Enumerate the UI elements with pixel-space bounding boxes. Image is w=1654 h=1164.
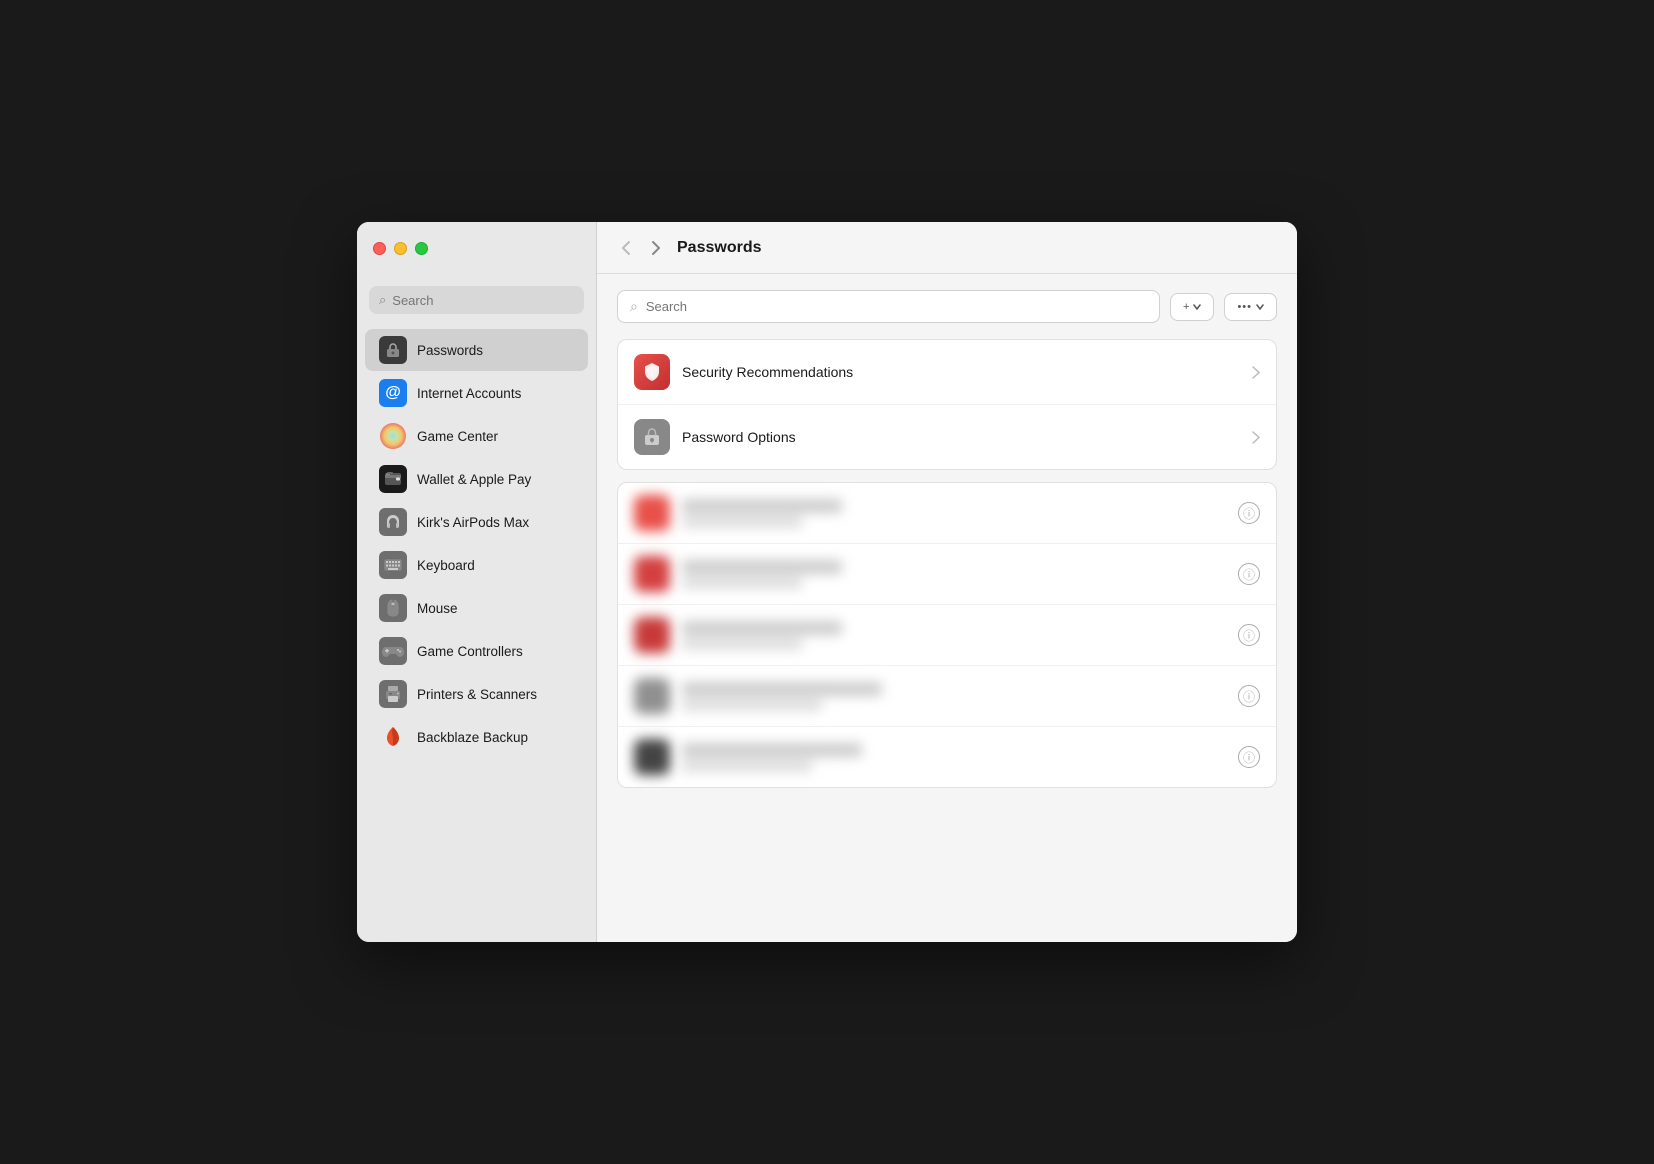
- table-row[interactable]: ⓘ: [618, 483, 1276, 544]
- add-icon: +: [1183, 301, 1189, 313]
- sidebar: ⌕ Passwords: [357, 222, 597, 942]
- keyboard-icon: [379, 551, 407, 579]
- pw-content-1: [682, 499, 1226, 528]
- main-search-icon: ⌕: [630, 298, 638, 315]
- table-row[interactable]: ⓘ: [618, 666, 1276, 727]
- more-chevron-icon: [1256, 304, 1264, 310]
- info-button-5[interactable]: ⓘ: [1238, 746, 1260, 768]
- wallet-icon: [379, 465, 407, 493]
- table-row[interactable]: ⓘ: [618, 605, 1276, 666]
- pw-user-3: [682, 638, 802, 650]
- main-header: Passwords: [597, 222, 1297, 274]
- sidebar-item-keyboard-label: Keyboard: [417, 558, 475, 573]
- main-body: ⌕ + •••: [597, 274, 1297, 942]
- traffic-lights: [373, 242, 428, 255]
- page-title: Passwords: [677, 239, 761, 257]
- table-row[interactable]: ⓘ: [618, 544, 1276, 605]
- sidebar-item-game-controllers[interactable]: Game Controllers: [365, 630, 588, 672]
- info-button-4[interactable]: ⓘ: [1238, 685, 1260, 707]
- security-recommendations-row[interactable]: ! Security Recommendations: [618, 340, 1276, 405]
- password-options-label: Password Options: [682, 429, 1240, 445]
- sidebar-search-icon: ⌕: [379, 292, 386, 308]
- printers-icon: [379, 680, 407, 708]
- passwords-icon: [379, 336, 407, 364]
- sidebar-item-keyboard[interactable]: Keyboard: [365, 544, 588, 586]
- sidebar-item-mouse[interactable]: Mouse: [365, 587, 588, 629]
- password-list: ⓘ ⓘ: [617, 482, 1277, 788]
- sidebar-item-printers-label: Printers & Scanners: [417, 687, 537, 702]
- info-button-3[interactable]: ⓘ: [1238, 624, 1260, 646]
- table-row[interactable]: ⓘ: [618, 727, 1276, 787]
- pw-user-4: [682, 699, 822, 711]
- sidebar-item-passwords[interactable]: Passwords: [365, 329, 588, 371]
- pw-user-5: [682, 760, 812, 772]
- sidebar-item-game-controllers-label: Game Controllers: [417, 644, 523, 659]
- sidebar-item-backblaze[interactable]: Backblaze Backup: [365, 716, 588, 758]
- security-icon: !: [634, 354, 670, 390]
- pw-favicon-2: [634, 556, 670, 592]
- game-controllers-icon: [379, 637, 407, 665]
- sidebar-item-passwords-label: Passwords: [417, 343, 483, 358]
- pw-content-3: [682, 621, 1226, 650]
- maximize-button[interactable]: [415, 242, 428, 255]
- sidebar-item-wallet-label: Wallet & Apple Pay: [417, 472, 531, 487]
- airpods-icon: [379, 508, 407, 536]
- more-button[interactable]: •••: [1224, 293, 1277, 321]
- sidebar-item-game-center-label: Game Center: [417, 429, 498, 444]
- password-options-chevron-icon: [1252, 431, 1260, 444]
- pw-content-5: [682, 743, 1226, 772]
- password-options-icon: [634, 419, 670, 455]
- pw-name-2: [682, 560, 842, 574]
- security-recommendations-label: Security Recommendations: [682, 364, 1240, 380]
- pw-name-3: [682, 621, 842, 635]
- search-toolbar: ⌕ + •••: [617, 290, 1277, 323]
- sidebar-item-wallet[interactable]: Wallet & Apple Pay: [365, 458, 588, 500]
- sidebar-search-container[interactable]: ⌕: [369, 286, 584, 314]
- add-button[interactable]: +: [1170, 293, 1214, 321]
- pw-user-1: [682, 516, 802, 528]
- pw-favicon-5: [634, 739, 670, 775]
- sidebar-items-list: Passwords @ Internet Accounts: [357, 324, 596, 942]
- pw-name-1: [682, 499, 842, 513]
- window-content: ⌕ Passwords: [357, 222, 1297, 942]
- svg-text:!: !: [651, 367, 654, 377]
- options-card: ! Security Recommendations: [617, 339, 1277, 470]
- sidebar-item-backblaze-label: Backblaze Backup: [417, 730, 528, 745]
- more-icon: •••: [1237, 301, 1252, 313]
- info-button-1[interactable]: ⓘ: [1238, 502, 1260, 524]
- titlebar: [357, 222, 596, 274]
- main-window: ⌕ Passwords: [357, 222, 1297, 942]
- pw-name-5: [682, 743, 862, 757]
- sidebar-item-airpods-label: Kirk's AirPods Max: [417, 515, 529, 530]
- pw-name-4: [682, 682, 882, 696]
- sidebar-search-input[interactable]: [392, 293, 574, 308]
- add-chevron-icon: [1193, 304, 1201, 310]
- sidebar-item-airpods[interactable]: Kirk's AirPods Max: [365, 501, 588, 543]
- minimize-button[interactable]: [394, 242, 407, 255]
- security-chevron-icon: [1252, 366, 1260, 379]
- sidebar-item-internet-accounts-label: Internet Accounts: [417, 386, 521, 401]
- password-options-row[interactable]: Password Options: [618, 405, 1276, 469]
- main-panel: Passwords ⌕ +: [597, 222, 1297, 942]
- main-search-input[interactable]: [646, 299, 1147, 314]
- pw-favicon-1: [634, 495, 670, 531]
- sidebar-item-mouse-label: Mouse: [417, 601, 458, 616]
- mouse-icon: [379, 594, 407, 622]
- pw-user-2: [682, 577, 802, 589]
- game-center-icon: [379, 422, 407, 450]
- forward-button[interactable]: [647, 236, 665, 260]
- info-button-2[interactable]: ⓘ: [1238, 563, 1260, 585]
- pw-content-2: [682, 560, 1226, 589]
- main-search-container[interactable]: ⌕: [617, 290, 1160, 323]
- pw-favicon-3: [634, 617, 670, 653]
- backblaze-icon: [379, 723, 407, 751]
- back-button[interactable]: [617, 236, 635, 260]
- internet-accounts-icon: @: [379, 379, 407, 407]
- close-button[interactable]: [373, 242, 386, 255]
- sidebar-item-internet-accounts[interactable]: @ Internet Accounts: [365, 372, 588, 414]
- sidebar-item-printers[interactable]: Printers & Scanners: [365, 673, 588, 715]
- pw-content-4: [682, 682, 1226, 711]
- sidebar-item-game-center[interactable]: Game Center: [365, 415, 588, 457]
- pw-favicon-4: [634, 678, 670, 714]
